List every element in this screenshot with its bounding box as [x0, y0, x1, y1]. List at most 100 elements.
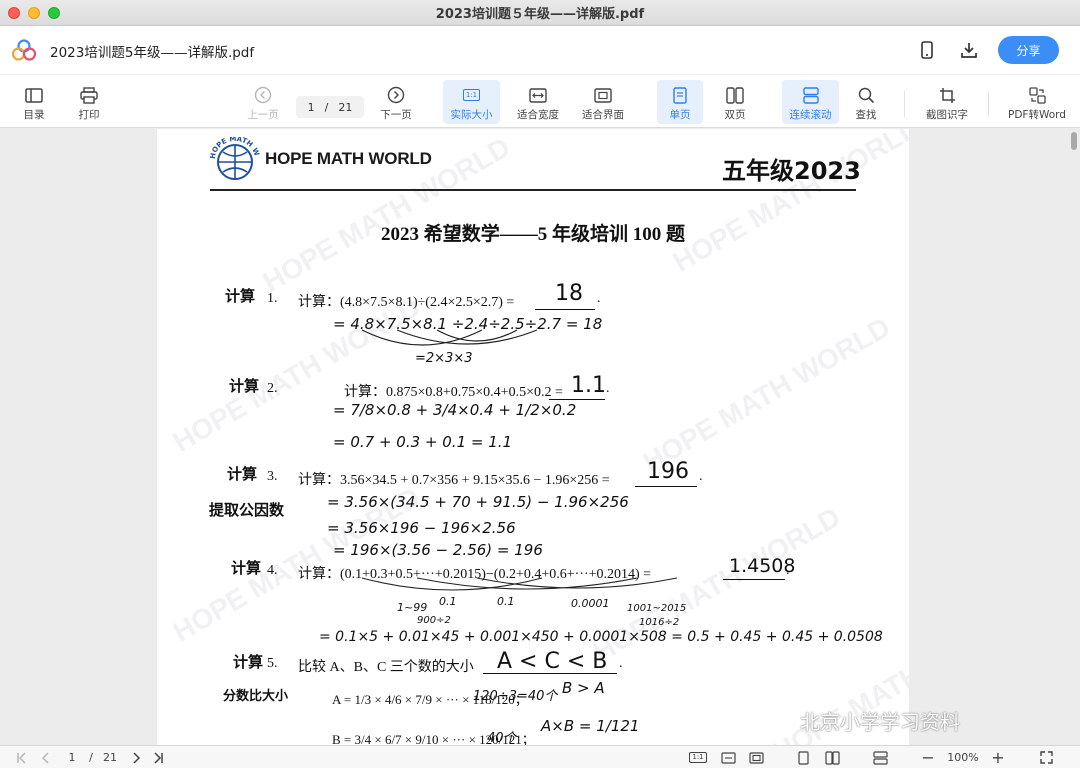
- work-note: 1~99: [397, 601, 428, 614]
- next-page-icon[interactable]: [128, 749, 144, 766]
- app-header: 2023培训题5年级——详解版.pdf 分享: [0, 26, 1080, 74]
- watermark: HOPE MATH WORLD: [637, 311, 896, 478]
- single-page-icon: [673, 85, 687, 105]
- toolbar-divider: [988, 91, 989, 117]
- work-note: 900÷2: [417, 615, 451, 626]
- work-note: A×B = 1/121: [541, 717, 640, 735]
- problem-text: 计算：(4.8×7.5×8.1)÷(2.4×2.5×2.7) =: [298, 295, 515, 310]
- problem-number: 5.: [267, 656, 278, 671]
- answer: 196: [647, 459, 689, 484]
- side-note: 计算: [227, 465, 258, 483]
- work-line: = 0.1×5 + 0.01×45 + 0.001×450 + 0.0001×5…: [319, 629, 883, 645]
- toolbar-divider: [904, 91, 905, 117]
- pdf-to-word-button[interactable]: PDF转Word: [1002, 80, 1072, 124]
- fit-screen-icon: [594, 85, 612, 105]
- work-line: = 196×(3.56 − 2.56) = 196: [333, 541, 543, 559]
- two-page-button[interactable]: 双页: [713, 80, 757, 124]
- crop-icon: [939, 85, 956, 105]
- close-window-button[interactable]: [8, 7, 20, 19]
- zoom-out-button[interactable]: −: [918, 748, 938, 767]
- fullscreen-icon[interactable]: [1036, 749, 1056, 766]
- header-rule: [210, 189, 856, 191]
- work-note: 40个: [487, 731, 517, 745]
- minimize-window-button[interactable]: [28, 7, 40, 19]
- fit-screen-button[interactable]: 适合界面: [576, 80, 630, 124]
- answer: A < C < B: [497, 649, 608, 674]
- work-note: 1001~2015: [627, 603, 687, 614]
- convert-icon: [1028, 85, 1046, 105]
- answer-blank: [549, 399, 605, 400]
- answer-blank: [483, 673, 617, 674]
- work-line: = 3.56×(34.5 + 70 + 91.5) − 1.96×256: [327, 493, 629, 511]
- prev-page-icon[interactable]: [38, 749, 54, 766]
- printer-icon: [80, 85, 98, 105]
- chevron-left-circle-icon: [254, 85, 272, 105]
- fit-width-button[interactable]: 适合宽度: [511, 80, 565, 124]
- status-actual-size-icon[interactable]: 1:1: [688, 749, 708, 766]
- status-current-page[interactable]: 1: [64, 749, 80, 766]
- toolbar: 目录 打印 上一页 1 / 21 下一页 1:1 实际大小 适合宽度 适合界面 …: [0, 74, 1080, 128]
- zoom-level[interactable]: 100%: [942, 749, 984, 766]
- problem-text: 计算：0.875×0.8+0.75×0.4+0.5×0.2 =: [344, 385, 563, 400]
- side-note: 计算: [231, 559, 262, 577]
- problem-number: 2.: [267, 381, 278, 396]
- document-viewer[interactable]: HOPE MATH WORLD HOPE MATH WORLD HOPE MAT…: [0, 129, 1080, 745]
- side-note: 计算: [229, 377, 260, 395]
- problem-number: 4.: [267, 563, 278, 578]
- side-note: 计算: [233, 653, 264, 671]
- fit-width-icon: [529, 85, 547, 105]
- share-button[interactable]: 分享: [998, 36, 1059, 64]
- scrollbar-thumb[interactable]: [1071, 132, 1077, 150]
- wechat-watermark-badge: 北京小学学习资料: [800, 710, 960, 734]
- prev-page-button[interactable]: 上一页: [242, 80, 284, 124]
- mobile-icon[interactable]: [916, 39, 938, 61]
- zoom-window-button[interactable]: [48, 7, 60, 19]
- app-logo-icon: [12, 39, 36, 61]
- document-title: 2023培训题5年级——详解版.pdf: [50, 45, 255, 61]
- problem-number: 1.: [267, 291, 278, 306]
- find-button[interactable]: 查找: [846, 80, 886, 124]
- work-line: =2×3×3: [415, 351, 473, 366]
- work-line: = 0.7 + 0.3 + 0.1 = 1.1: [333, 433, 513, 451]
- status-continuous-icon[interactable]: [870, 749, 890, 766]
- toc-button[interactable]: 目录: [14, 80, 54, 124]
- side-note: 计算: [225, 287, 256, 305]
- problem-number: 3.: [267, 469, 278, 484]
- first-page-icon[interactable]: [14, 749, 30, 766]
- next-page-button[interactable]: 下一页: [375, 80, 417, 124]
- actual-size-icon: 1:1: [462, 85, 481, 105]
- brand-name: HOPE MATH WORLD: [265, 149, 432, 168]
- download-icon[interactable]: [958, 39, 980, 61]
- sidebar-icon: [25, 85, 43, 105]
- work-line: = 7/8×0.8 + 3/4×0.4 + 1/2×0.2: [333, 401, 577, 419]
- page-number-input[interactable]: 1 / 21: [296, 96, 364, 118]
- work-note: 0.1: [439, 595, 457, 608]
- zoom-in-button[interactable]: +: [988, 748, 1008, 767]
- grade-year: 五年级2023: [722, 157, 861, 185]
- answer: 18: [555, 281, 583, 306]
- vertical-scrollbar[interactable]: [1068, 129, 1080, 745]
- print-button[interactable]: 打印: [69, 80, 109, 124]
- actual-size-button[interactable]: 1:1 实际大小: [443, 80, 500, 124]
- pdf-page: HOPE MATH WORLD HOPE MATH WORLD HOPE MAT…: [157, 129, 909, 745]
- continuous-scroll-button[interactable]: 连续滚动: [782, 80, 839, 124]
- work-note: B > A: [562, 679, 605, 697]
- status-two-page-icon[interactable]: [822, 749, 842, 766]
- window-controls: [8, 7, 60, 19]
- status-total-pages: 21: [103, 751, 117, 764]
- handwritten-arcs: [361, 577, 678, 591]
- status-fit-width-icon[interactable]: [718, 749, 738, 766]
- document-heading: 2023 希望数学——5 年级培训 100 题: [380, 224, 685, 245]
- side-note: 提取公因数: [209, 501, 285, 519]
- two-page-icon: [726, 85, 744, 105]
- chevron-right-circle-icon: [387, 85, 405, 105]
- status-single-page-icon[interactable]: [794, 749, 812, 766]
- work-line: = 3.56×196 − 196×2.56: [327, 519, 516, 537]
- problem-text: 比较 A、B、C 三个数的大小: [298, 660, 474, 675]
- status-fit-screen-icon[interactable]: [746, 749, 766, 766]
- window-title: 2023培训题５年级——详解版.pdf: [435, 7, 645, 22]
- single-page-button[interactable]: 单页: [657, 80, 703, 124]
- last-page-icon[interactable]: [150, 749, 166, 766]
- status-bar: 1 / 21 1:1 − 100% +: [0, 745, 1080, 768]
- screenshot-ocr-button[interactable]: 截图识字: [920, 80, 974, 124]
